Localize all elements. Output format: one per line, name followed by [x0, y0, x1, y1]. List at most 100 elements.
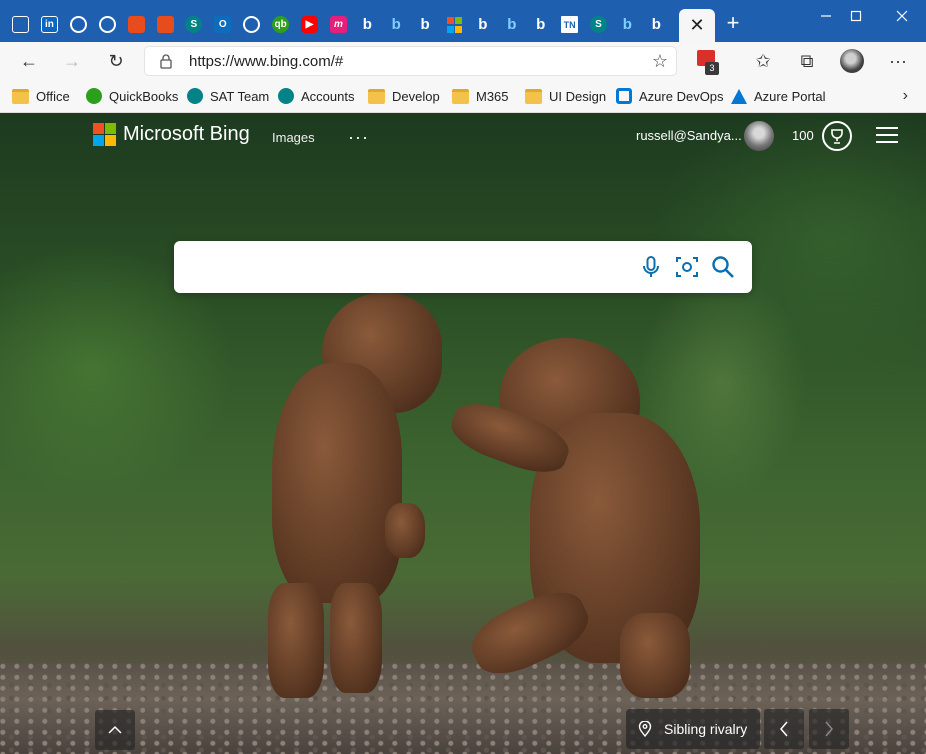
search-icon[interactable]	[710, 254, 736, 280]
visual-search-icon[interactable]	[674, 254, 700, 280]
favorites-button[interactable]: ✩	[748, 47, 778, 75]
favorite-azure-devops[interactable]: Azure DevOps	[616, 86, 724, 106]
url-text[interactable]: https://www.bing.com/#	[189, 53, 343, 70]
refresh-button[interactable]: ↻	[101, 47, 131, 75]
m-icon: m	[329, 16, 347, 33]
forward-button[interactable]: →	[57, 47, 87, 75]
pinned-tab-youtube-icon[interactable]: ▶	[299, 14, 320, 35]
close-tab-icon[interactable]: ✕	[689, 15, 704, 36]
pinned-tab-tn-icon[interactable]: TN	[559, 14, 580, 35]
bing-icon: b	[622, 16, 632, 33]
folder-icon	[12, 88, 29, 104]
pinned-tab-microsoft-icon[interactable]	[444, 14, 465, 35]
compass-icon	[69, 16, 87, 33]
nav-images-link[interactable]: Images	[272, 130, 315, 145]
rewards-trophy-icon[interactable]	[822, 121, 852, 151]
pinned-tab-bing-icon[interactable]: b	[472, 14, 493, 35]
collections-button[interactable]: ⧉	[792, 47, 822, 75]
pinned-tab-office-icon[interactable]	[155, 14, 176, 35]
active-tab[interactable]: ✕	[679, 9, 715, 42]
forward-arrow-icon: →	[63, 50, 81, 71]
tn-icon: TN	[561, 16, 579, 33]
pinned-tab-bing-icon[interactable]: b	[530, 14, 551, 35]
address-bar[interactable]: https://www.bing.com/# ☆	[144, 46, 677, 76]
bing-logo[interactable]: Microsoft Bing	[93, 123, 250, 146]
favorite-label: UI Design	[549, 88, 607, 104]
favorite-accounts[interactable]: Accounts	[278, 86, 354, 106]
bing-icon: b	[362, 16, 372, 33]
pinned-tab-compass-icon[interactable]	[68, 14, 89, 35]
favorite-label: Azure DevOps	[639, 88, 724, 104]
pinned-tab-m-icon[interactable]: m	[328, 14, 349, 35]
pinned-tab-office-icon[interactable]	[126, 14, 147, 35]
pinned-tab-sharepoint-icon[interactable]: S	[588, 14, 609, 35]
pinned-tab-window-icon[interactable]	[10, 14, 31, 35]
favorite-azure-portal[interactable]: Azure Portal	[731, 86, 826, 106]
pinned-tab-outlook-icon[interactable]: O	[212, 14, 233, 35]
sharepoint-icon	[278, 88, 294, 104]
pinned-tab-bing-icon[interactable]: b	[386, 14, 407, 35]
pinned-tab-sharepoint-icon[interactable]: S	[183, 14, 204, 35]
azure-devops-icon	[616, 88, 632, 104]
favorites-icon: ✩	[755, 50, 771, 71]
next-image-button[interactable]	[809, 709, 849, 749]
sharepoint-icon: S	[590, 16, 607, 33]
back-arrow-icon: ←	[20, 50, 38, 71]
quickbooks-icon: qb	[272, 16, 290, 33]
favorite-ui-design[interactable]: UI Design	[525, 86, 606, 106]
favorite-sat-team[interactable]: SAT Team	[187, 86, 269, 106]
account-name[interactable]: russell@Sandya...	[636, 128, 742, 143]
scroll-up-button[interactable]	[95, 710, 135, 750]
add-favorite-icon[interactable]: ☆	[652, 51, 668, 72]
chevron-right-icon	[825, 721, 833, 737]
profile-avatar[interactable]	[840, 49, 864, 73]
favorite-quickbooks[interactable]: QuickBooks	[86, 86, 178, 106]
folder-icon	[525, 88, 542, 104]
location-pin-icon	[638, 721, 652, 737]
pinned-tab-quickbooks-icon[interactable]: qb	[270, 14, 291, 35]
close-window-button[interactable]	[886, 4, 918, 28]
pinned-tab-compass-icon[interactable]	[241, 14, 262, 35]
account-avatar[interactable]	[744, 121, 774, 151]
bing-icon: b	[478, 16, 488, 33]
favorite-label: Azure Portal	[754, 88, 826, 104]
pinned-tab-bing-icon[interactable]: b	[501, 14, 522, 35]
quickbooks-icon	[86, 88, 102, 104]
image-info-button[interactable]: Sibling rivalry	[626, 709, 760, 749]
favorite-m365[interactable]: M365	[452, 86, 509, 106]
favorites-overflow-icon[interactable]: ›	[903, 87, 908, 105]
close-icon	[896, 10, 908, 22]
minimize-button[interactable]	[810, 4, 842, 28]
favorite-office[interactable]: Office	[12, 86, 70, 106]
maximize-button[interactable]	[840, 4, 872, 28]
back-button[interactable]: ←	[14, 47, 44, 75]
menu-icon[interactable]	[876, 127, 898, 143]
office-icon	[127, 16, 145, 33]
new-tab-button[interactable]: +	[722, 12, 744, 34]
window-icon	[12, 16, 29, 33]
favorite-label: Accounts	[301, 88, 355, 104]
favorite-label: QuickBooks	[109, 88, 179, 104]
sharepoint-icon: S	[185, 16, 203, 33]
rewards-points[interactable]: 100	[792, 128, 814, 143]
azure-icon	[731, 88, 747, 104]
microphone-icon[interactable]	[638, 254, 664, 280]
pinned-tab-linkedin-icon[interactable]: in	[39, 14, 60, 35]
previous-image-button[interactable]	[764, 709, 804, 749]
favorite-develop[interactable]: Develop	[368, 86, 440, 106]
pinned-tab-compass-icon[interactable]	[97, 14, 118, 35]
lock-icon	[160, 54, 172, 69]
extension-button[interactable]: 3	[697, 48, 721, 75]
folder-icon	[452, 88, 469, 104]
pinned-tab-bing-icon[interactable]: b	[646, 14, 667, 35]
nav-more-button[interactable]: ···	[348, 127, 369, 148]
pinned-tab-bing-icon[interactable]: b	[617, 14, 638, 35]
pinned-tab-bing-icon[interactable]: b	[357, 14, 378, 35]
pinned-tab-bing-icon[interactable]: b	[415, 14, 436, 35]
settings-more-button[interactable]: ···	[883, 47, 913, 75]
linkedin-icon: in	[40, 16, 58, 33]
outlook-icon: O	[214, 16, 232, 33]
microsoft-logo-icon	[93, 123, 116, 146]
bing-homepage: Microsoft Bing Images ··· russell@Sandya…	[0, 113, 926, 754]
search-box[interactable]	[174, 241, 752, 293]
